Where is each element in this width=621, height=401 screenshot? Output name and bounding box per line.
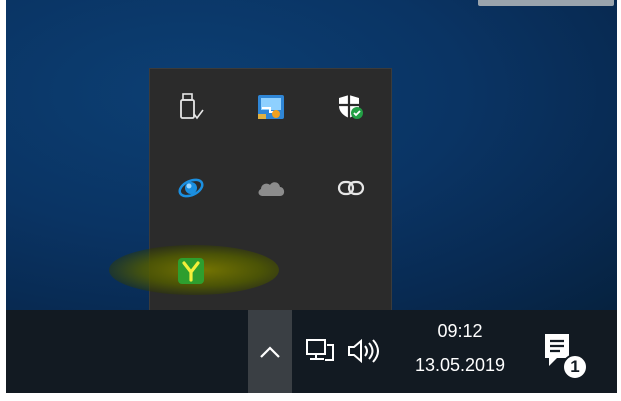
onedrive-cloud-icon[interactable]: [251, 168, 291, 208]
link-app-icon[interactable]: [331, 168, 371, 208]
windows-security-icon[interactable]: [331, 87, 371, 127]
show-hidden-icons-button[interactable]: [248, 310, 292, 393]
action-center-button[interactable]: 1: [540, 330, 596, 382]
desktop-widget-edge: [478, 0, 614, 6]
network-share-tool-icon[interactable]: [251, 87, 291, 127]
clock-date: 13.05.2019: [414, 355, 506, 375]
sync-app-icon[interactable]: [171, 168, 211, 208]
chevron-up-icon: [260, 345, 280, 358]
network-icon[interactable]: [301, 334, 337, 368]
volume-icon[interactable]: [345, 334, 381, 368]
clock-time: 09:12: [437, 321, 483, 341]
yandex-app-icon[interactable]: [171, 251, 211, 291]
taskbar-clock[interactable]: 09:12 13.05.2019: [400, 316, 520, 388]
usb-safely-remove-icon[interactable]: [171, 87, 211, 127]
notification-count-badge: 1: [562, 354, 588, 380]
tray-overflow-flyout: [109, 68, 392, 310]
